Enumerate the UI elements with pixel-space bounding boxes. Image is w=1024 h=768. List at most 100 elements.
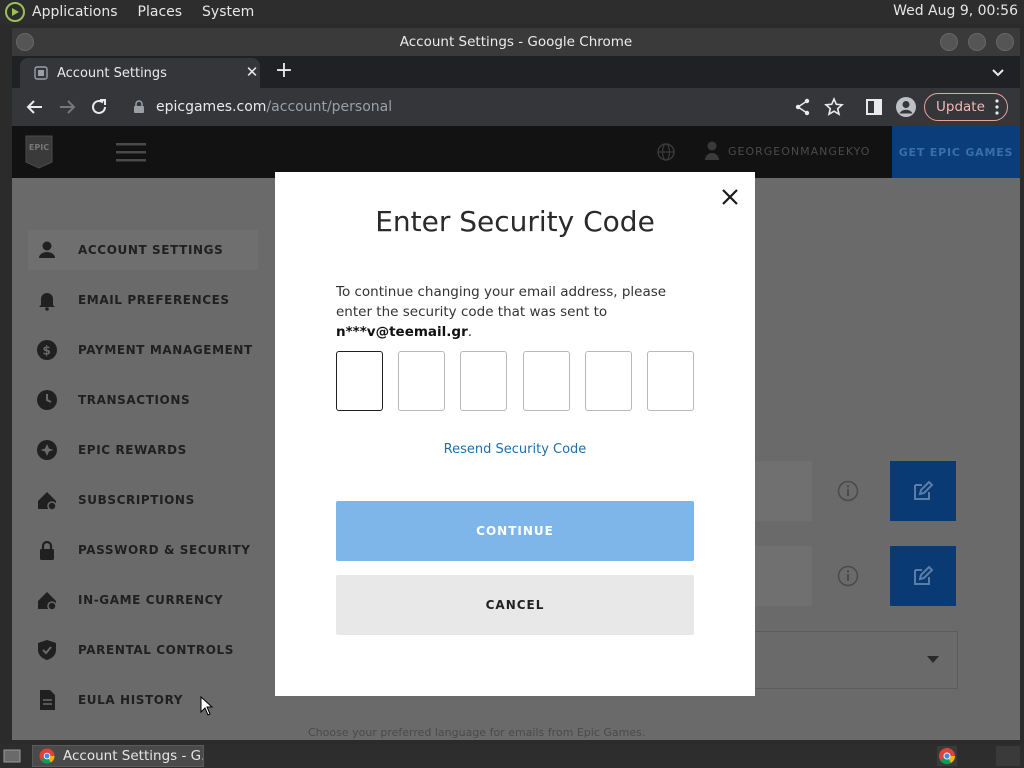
account-sidebar: ACCOUNT SETTINGS EMAIL PREFERENCES $ PAY… (12, 178, 260, 740)
sidebar-item-parental-controls[interactable]: PARENTAL CONTROLS (28, 630, 258, 670)
chrome-icon (39, 748, 55, 764)
address-bar[interactable]: epicgames.com/account/personal (122, 92, 812, 122)
code-digit-input-1[interactable] (336, 351, 383, 411)
sidebar-item-label: ACCOUNT SETTINGS (78, 243, 224, 257)
lock-icon (40, 540, 54, 560)
sidebar-item-eula-history[interactable]: EULA HISTORY (28, 680, 258, 720)
close-window-button[interactable] (996, 33, 1014, 51)
sidebar-item-label: PARENTAL CONTROLS (78, 643, 234, 657)
side-panel-icon[interactable] (863, 96, 885, 118)
modal-title: Enter Security Code (375, 205, 655, 238)
continue-button[interactable]: CONTINUE (336, 501, 694, 561)
modal-description: To continue changing your email address,… (336, 282, 706, 342)
resend-code-link[interactable]: Resend Security Code (275, 442, 755, 457)
get-epic-games-button[interactable]: GET EPIC GAMES (892, 126, 1020, 178)
masked-email: n***v@teemail.gr (336, 324, 468, 340)
sidebar-item-transactions[interactable]: TRANSACTIONS (28, 380, 258, 420)
clock[interactable]: Wed Aug 9, 00:56 (893, 3, 1018, 19)
language-hint-text: Choose your preferred language for email… (308, 726, 646, 739)
info-icon[interactable] (837, 480, 859, 502)
currency-icon (38, 592, 57, 611)
applications-icon[interactable] (4, 1, 26, 23)
svg-text:$: $ (43, 344, 52, 358)
share-icon[interactable] (792, 96, 814, 118)
code-digit-input-6[interactable] (647, 351, 694, 411)
maximize-button[interactable] (968, 33, 986, 51)
epic-games-logo-icon[interactable]: EPIC (24, 134, 54, 170)
subscriptions-icon (38, 492, 57, 511)
svg-text:EPIC: EPIC (29, 143, 49, 152)
update-label: Update (936, 99, 985, 115)
sidebar-item-epic-rewards[interactable]: EPIC REWARDS (28, 430, 258, 470)
tab-account-settings[interactable]: Account Settings ✕ (20, 58, 260, 88)
menu-places[interactable]: Places (138, 4, 183, 20)
clock-icon (37, 390, 57, 410)
shield-icon (38, 640, 56, 660)
page-content: EPIC GEORGEONMANGEKYO GET EPIC GAMES ACC… (12, 126, 1020, 740)
cancel-button[interactable]: CANCEL (336, 575, 694, 635)
sidebar-item-label: TRANSACTIONS (78, 393, 191, 407)
sidebar-item-label: SUBSCRIPTIONS (78, 493, 195, 507)
lock-icon[interactable] (132, 100, 146, 114)
sidebar-item-password-security[interactable]: PASSWORD & SECURITY (28, 530, 258, 570)
sidebar-item-label: EULA HISTORY (78, 693, 184, 707)
tray-chrome-icon[interactable] (937, 746, 957, 766)
profile-avatar-icon[interactable] (895, 96, 917, 118)
globe-icon[interactable] (656, 142, 676, 162)
window-menu-button[interactable] (16, 33, 34, 51)
user-icon[interactable] (704, 140, 722, 162)
tab-strip: Account Settings ✕ (12, 56, 1020, 88)
edit-pencil-icon (914, 480, 934, 500)
minimize-button[interactable] (940, 33, 958, 51)
username-label[interactable]: GEORGEONMANGEKYO (728, 145, 870, 158)
rewards-icon (37, 440, 57, 460)
sidebar-item-account-settings[interactable]: ACCOUNT SETTINGS (28, 230, 258, 270)
info-icon[interactable] (837, 565, 859, 587)
taskbar-chrome-window[interactable]: Account Settings - G... (32, 745, 204, 767)
menu-system[interactable]: System (202, 4, 254, 20)
code-digit-input-3[interactable] (460, 351, 507, 411)
window-title: Account Settings - Google Chrome (399, 34, 633, 50)
edit-field-button[interactable] (890, 546, 956, 606)
forward-arrow-icon[interactable] (56, 96, 78, 118)
bookmark-star-icon[interactable] (823, 96, 845, 118)
window-titlebar[interactable]: Account Settings - Google Chrome (12, 28, 1020, 56)
sidebar-item-in-game-currency[interactable]: IN-GAME CURRENCY (28, 580, 258, 620)
tab-title: Account Settings (57, 65, 167, 81)
show-desktop-icon[interactable] (2, 746, 22, 766)
code-digit-input-4[interactable] (523, 351, 570, 411)
tab-search-chevron-icon[interactable] (990, 64, 1006, 80)
update-button[interactable]: Update (924, 93, 1008, 121)
sidebar-item-label: EMAIL PREFERENCES (78, 293, 230, 307)
mouse-cursor-icon (200, 696, 214, 716)
back-arrow-icon[interactable] (24, 96, 46, 118)
dropdown-caret-icon (927, 656, 939, 663)
menu-applications[interactable]: Applications (32, 4, 118, 20)
epic-favicon-icon (34, 66, 48, 80)
language-select[interactable] (754, 631, 958, 689)
document-icon (40, 690, 55, 710)
code-digit-input-5[interactable] (585, 351, 632, 411)
edit-pencil-icon (914, 565, 934, 585)
bottom-taskbar: Account Settings - G... (0, 744, 1024, 768)
reload-icon[interactable] (88, 96, 110, 118)
sidebar-item-label: PASSWORD & SECURITY (78, 543, 251, 557)
edit-email-button[interactable] (890, 461, 956, 521)
description-end: . (467, 324, 473, 340)
more-options-icon[interactable] (995, 99, 999, 115)
chrome-window: Account Settings - Google Chrome Account… (12, 28, 1020, 740)
sidebar-item-subscriptions[interactable]: SUBSCRIPTIONS (28, 480, 258, 520)
code-digit-input-2[interactable] (398, 351, 445, 411)
workspace-switcher[interactable] (996, 746, 1020, 766)
new-tab-button[interactable]: + (272, 60, 296, 84)
sidebar-item-email-preferences[interactable]: EMAIL PREFERENCES (28, 280, 258, 320)
dollar-icon: $ (37, 340, 57, 360)
browser-toolbar: epicgames.com/account/personal Update (12, 88, 1020, 126)
close-icon[interactable] (721, 188, 739, 206)
person-icon (39, 241, 55, 258)
sidebar-item-label: PAYMENT MANAGEMENT (78, 343, 253, 357)
sidebar-item-payment-management[interactable]: $ PAYMENT MANAGEMENT (28, 330, 258, 370)
hamburger-menu-icon[interactable] (116, 142, 146, 162)
epic-header: EPIC GEORGEONMANGEKYO GET EPIC GAMES (12, 126, 1020, 178)
tab-close-icon[interactable]: ✕ (244, 64, 260, 80)
